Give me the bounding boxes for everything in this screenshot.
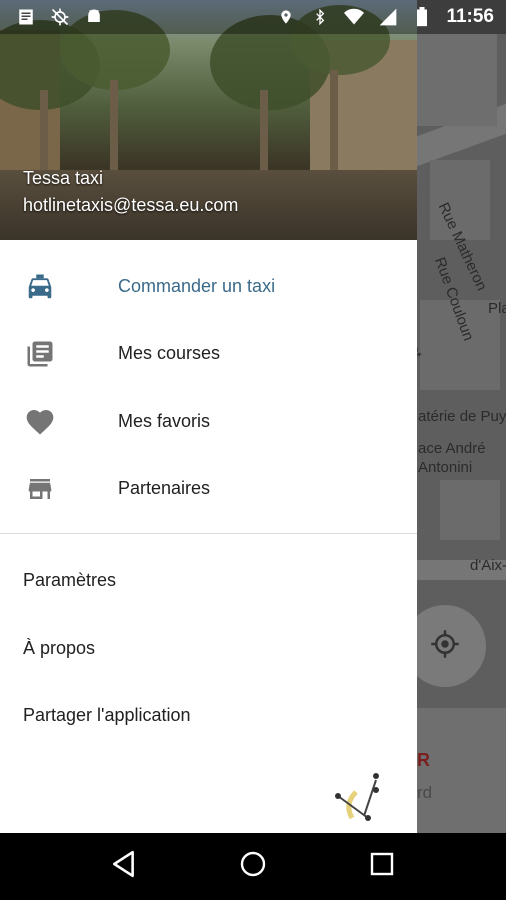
no-gps-icon (50, 7, 70, 27)
menu-item-partenaires[interactable]: Partenaires (0, 455, 417, 522)
menu-item-label: Mes courses (118, 343, 221, 363)
history-list-icon (24, 338, 56, 370)
map-top-card (417, 34, 497, 126)
map-label: Antonini (418, 459, 473, 476)
notes-icon (16, 7, 36, 27)
map-label: ace André (418, 440, 486, 457)
home-button[interactable] (233, 847, 273, 887)
menu-item-mes-favoris[interactable]: Mes favoris (0, 388, 417, 455)
menu-divider (0, 533, 417, 534)
menu-item-parametres[interactable]: Paramètres (23, 570, 116, 591)
map-label: atérie de Puy (418, 408, 506, 425)
tessa-logo-icon (330, 768, 390, 828)
bluetooth-icon (310, 7, 330, 27)
signal-icon (378, 7, 398, 27)
bottom-card-subtitle: rd (417, 783, 433, 802)
status-bar: 11:56 (0, 0, 506, 34)
account-name: Tessa taxi (23, 168, 104, 188)
map-label: Pla (488, 300, 506, 317)
crosshair-icon (430, 629, 460, 664)
menu-item-label: Commander un taxi (118, 276, 276, 296)
store-icon (24, 473, 56, 505)
menu-item-commander-taxi[interactable]: Commander un taxi (0, 253, 417, 320)
recents-square-icon (370, 852, 394, 881)
map-label: d'Aix- (470, 557, 506, 574)
menu-item-a-propos[interactable]: À propos (23, 638, 95, 659)
map-bottom-card[interactable]: R rd (417, 708, 506, 833)
home-circle-icon (239, 850, 267, 883)
drawer-header: Tessa taxi hotlinetaxis@tessa.eu.com (0, 0, 417, 240)
menu-item-mes-courses[interactable]: Mes courses (0, 320, 417, 387)
wifi-icon (344, 7, 365, 27)
back-triangle-icon (111, 850, 137, 883)
battery-icon (412, 7, 432, 27)
navigation-drawer: Tessa taxi hotlinetaxis@tessa.eu.com Com… (0, 0, 417, 833)
menu-item-label: Mes favoris (118, 411, 211, 431)
bottom-card-title: R (417, 750, 430, 770)
taxi-icon (24, 271, 56, 303)
menu-item-label: Partenaires (118, 478, 211, 498)
back-button[interactable] (104, 847, 144, 887)
menu-item-partager[interactable]: Partager l'application (23, 705, 191, 726)
account-email: hotlinetaxis@tessa.eu.com (23, 195, 239, 215)
android-icon (84, 7, 104, 27)
recents-button[interactable] (362, 847, 402, 887)
status-time: 11:56 (446, 6, 494, 27)
system-nav-bar (0, 833, 506, 900)
heart-icon (24, 406, 56, 438)
location-pin-icon (276, 7, 296, 27)
